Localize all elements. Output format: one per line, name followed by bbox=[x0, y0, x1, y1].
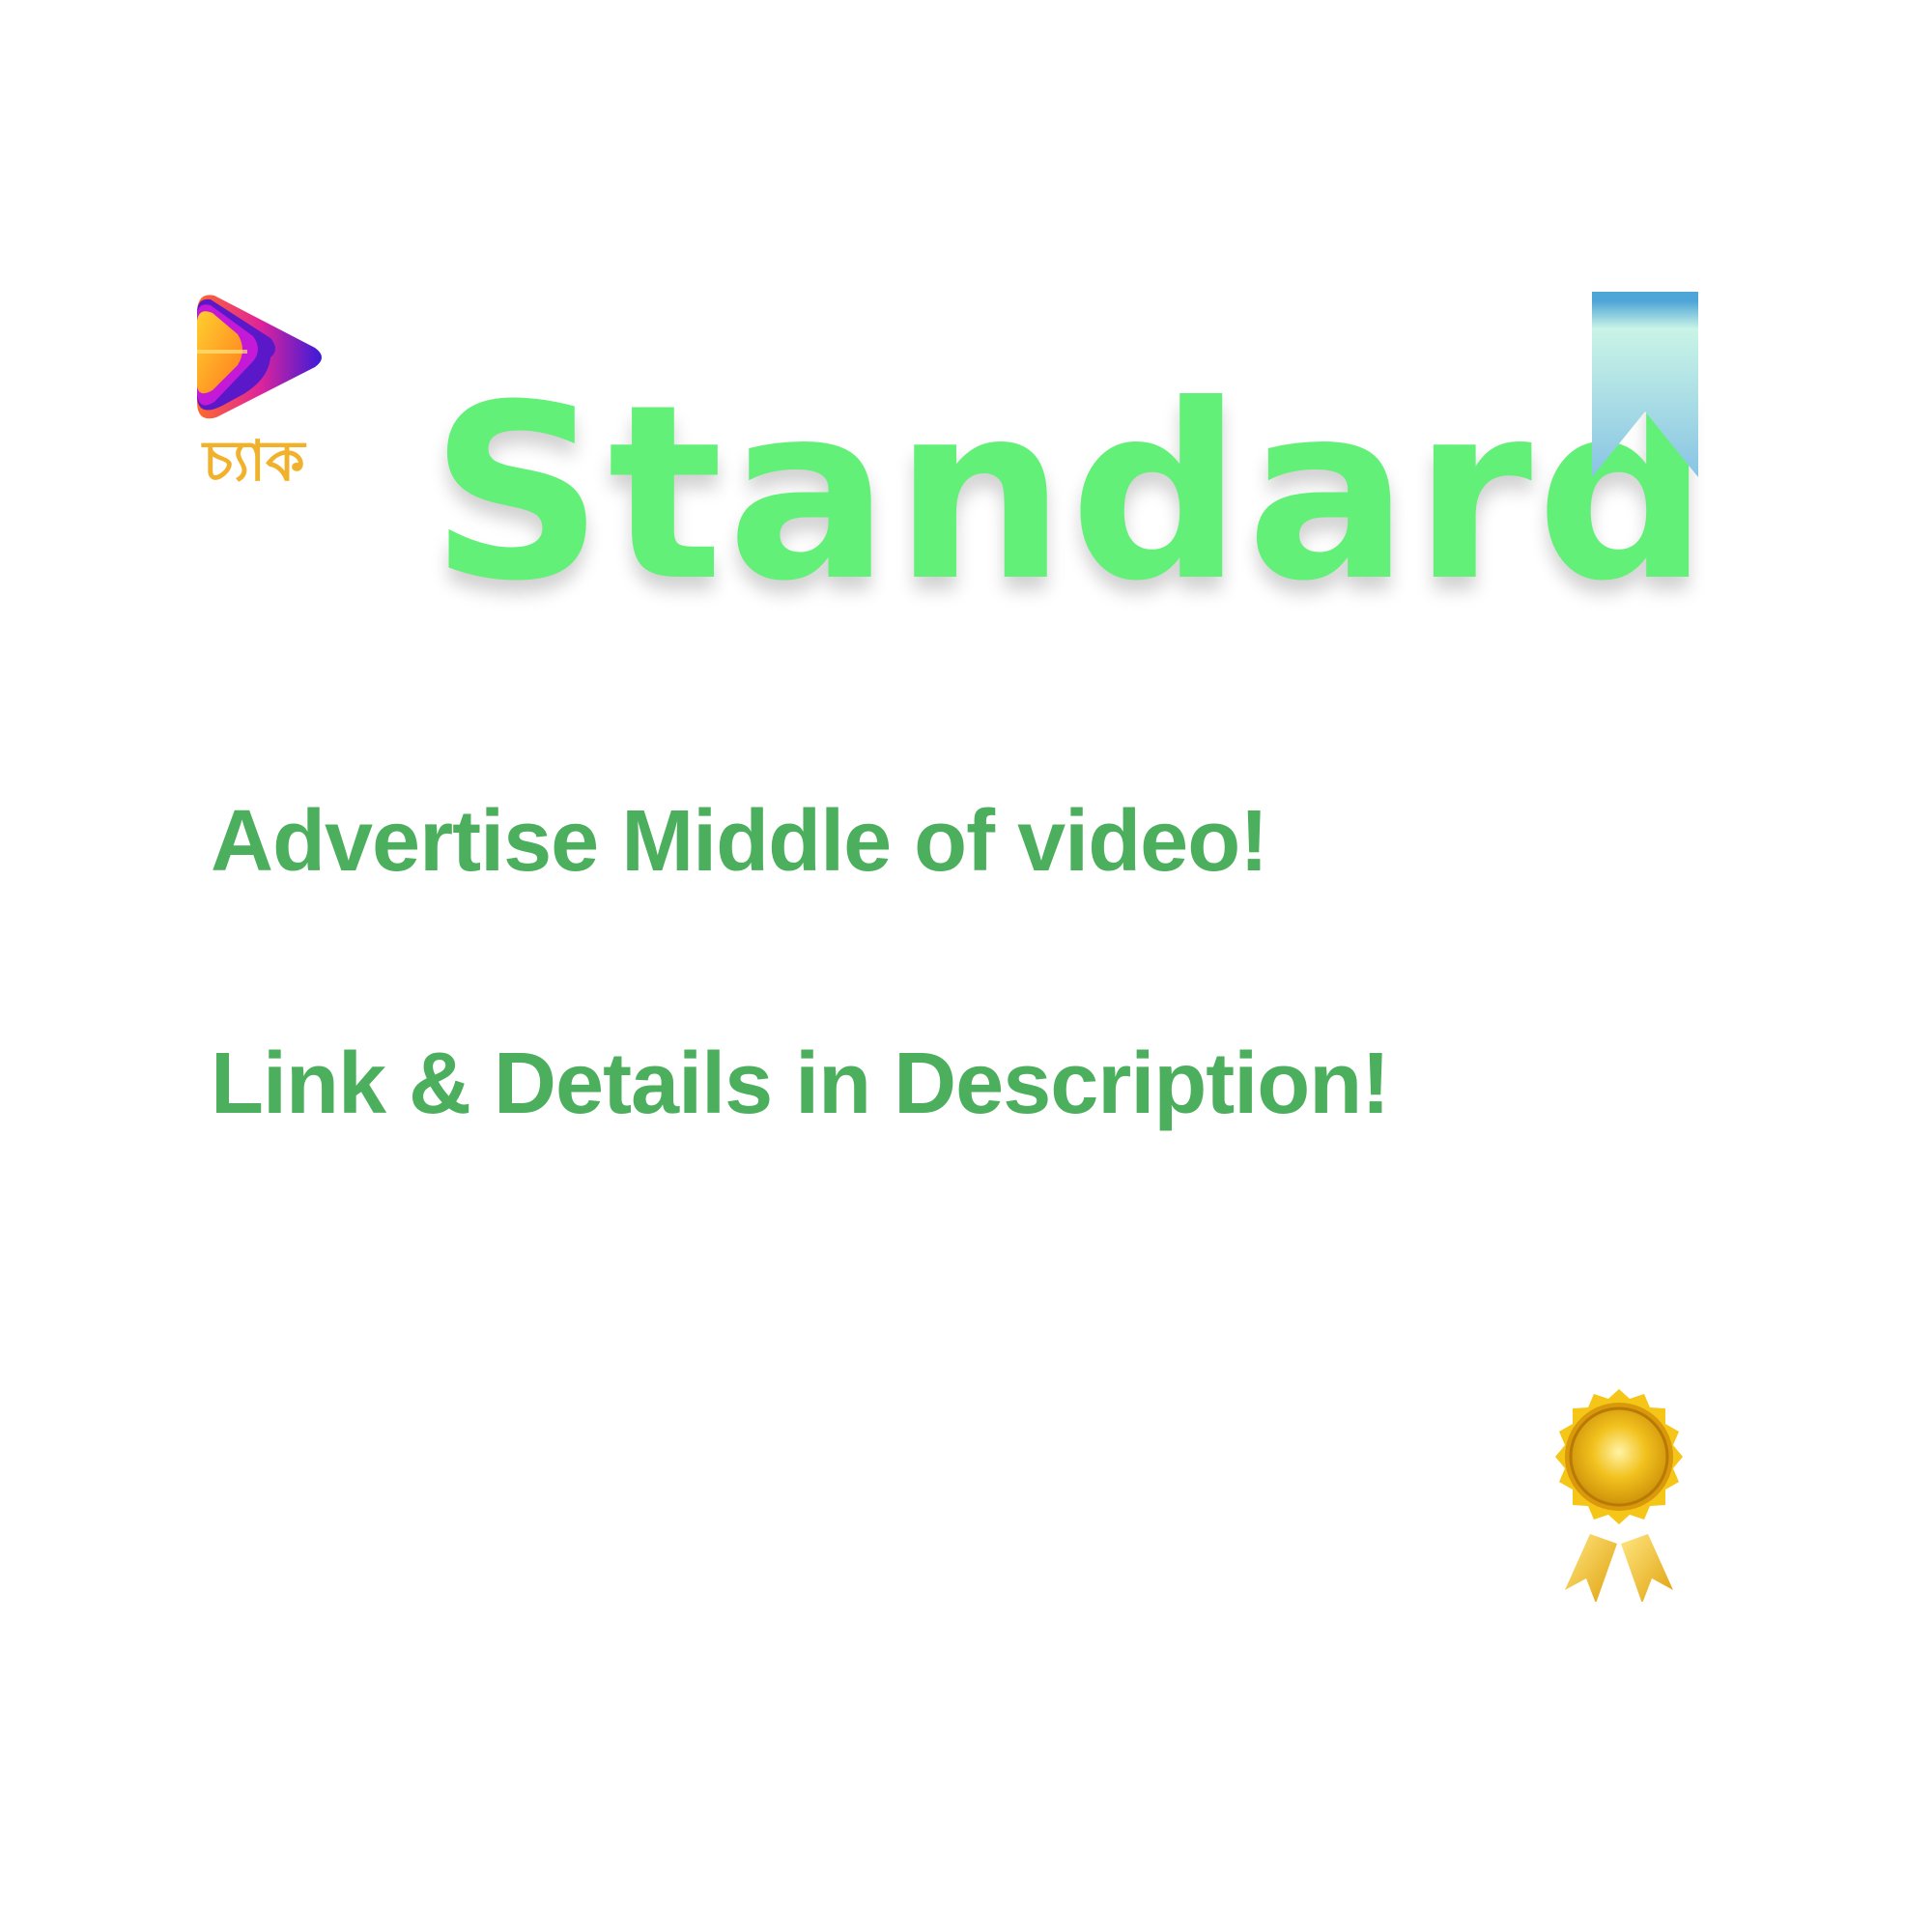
brand-logo-text: চ্যাক bbox=[203, 428, 305, 494]
plan-title: Standard bbox=[430, 353, 1714, 634]
ad-placement-text: Advertise Middle of video! bbox=[211, 793, 1268, 890]
gold-award-badge-icon bbox=[1536, 1389, 1702, 1604]
bookmark-ribbon-icon bbox=[1592, 292, 1698, 477]
play-icon bbox=[197, 295, 322, 419]
link-details-text: Link & Details in Description! bbox=[211, 1036, 1390, 1132]
